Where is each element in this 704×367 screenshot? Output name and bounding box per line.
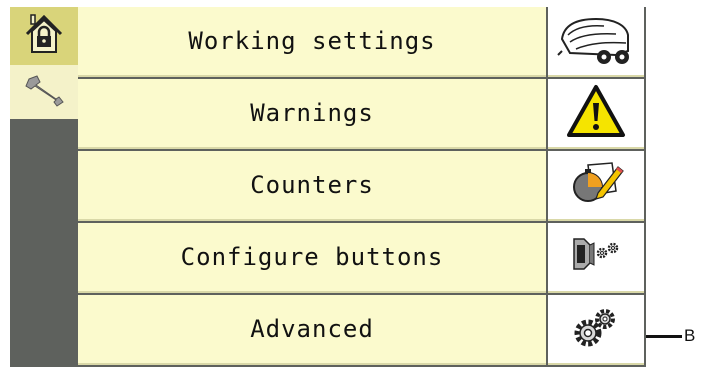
home-lock-icon <box>24 12 64 60</box>
display-screen: Working settings Warnings Counters Confi… <box>10 7 646 367</box>
menu-item-label: Advanced <box>250 315 374 343</box>
baler-icon <box>556 11 636 71</box>
callout-b: B <box>646 324 695 348</box>
menu-icon-column <box>546 7 646 367</box>
menu-item-label: Counters <box>250 171 374 199</box>
menu-icon-configure-buttons[interactable] <box>548 223 644 293</box>
menu-icon-counters[interactable] <box>548 151 644 221</box>
menu-item-label: Configure buttons <box>180 243 444 271</box>
menu-icon-warnings[interactable] <box>548 79 644 149</box>
wrench-icon <box>23 73 65 111</box>
stopwatch-pencil-icon <box>568 159 624 211</box>
menu-item-warnings[interactable]: Warnings <box>78 79 546 149</box>
button-gears-icon <box>568 233 624 281</box>
sidebar-tab-tools[interactable] <box>10 65 78 119</box>
main-menu: Working settings Warnings Counters Confi… <box>78 7 546 367</box>
menu-item-counters[interactable]: Counters <box>78 151 546 221</box>
menu-icon-advanced[interactable] <box>548 295 644 365</box>
menu-item-advanced[interactable]: Advanced <box>78 295 546 365</box>
gears-icon <box>568 303 624 355</box>
warning-icon <box>565 83 627 143</box>
sidebar-tab-home[interactable] <box>10 7 78 65</box>
menu-item-label: Working settings <box>188 27 436 55</box>
callout-line <box>646 334 682 338</box>
sidebar <box>10 7 78 367</box>
menu-icon-working-settings[interactable] <box>548 7 644 77</box>
menu-item-label: Warnings <box>250 99 374 127</box>
menu-item-working-settings[interactable]: Working settings <box>78 7 546 77</box>
callout-label: B <box>684 326 696 345</box>
menu-item-configure-buttons[interactable]: Configure buttons <box>78 223 546 293</box>
